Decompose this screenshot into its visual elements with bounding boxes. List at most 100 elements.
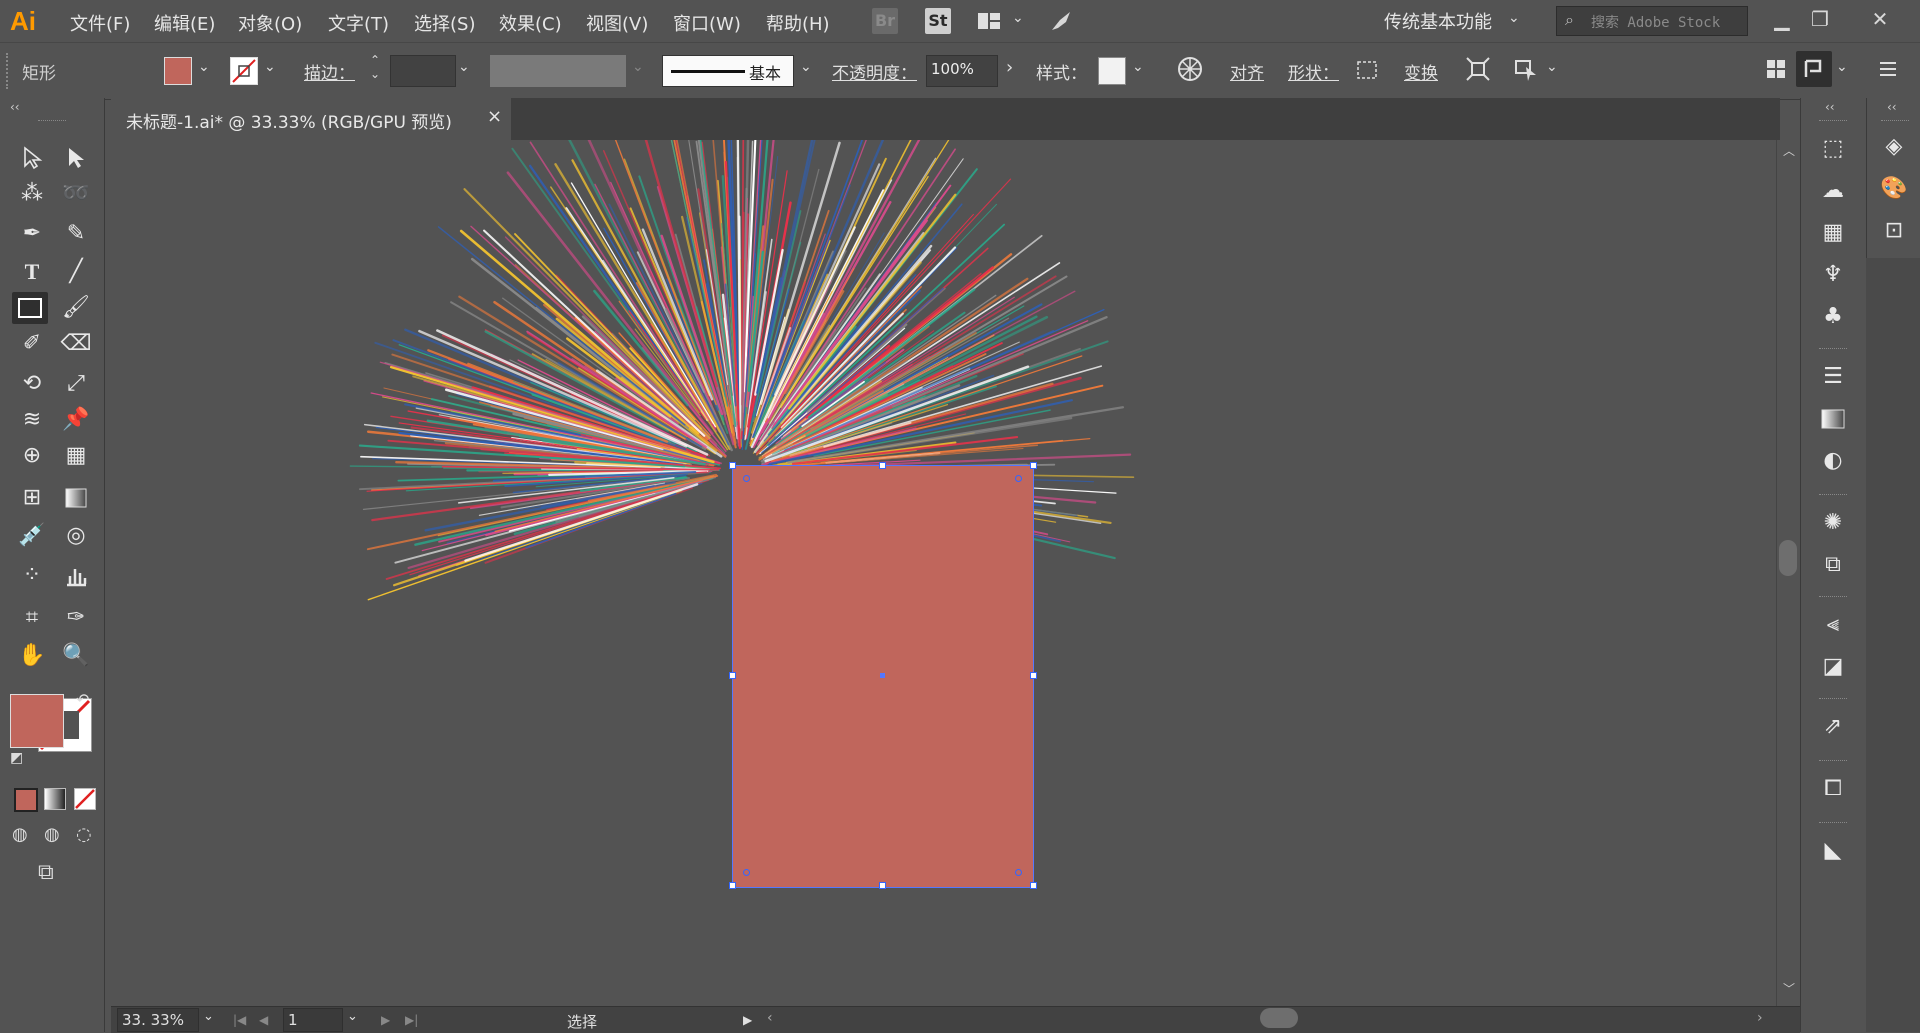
- appearance-panel-icon[interactable]: ✺: [1815, 506, 1851, 540]
- artboard-tool-icon[interactable]: ⌗: [14, 602, 50, 634]
- pen-tool-icon[interactable]: ✒: [14, 218, 50, 250]
- export-panel-icon[interactable]: ⇗: [1815, 710, 1851, 744]
- resize-handle-left[interactable]: [729, 672, 736, 679]
- arrange-documents-icon[interactable]: [976, 8, 1002, 34]
- rotate-tool-icon[interactable]: ⟲: [14, 368, 50, 400]
- stock-button[interactable]: St: [925, 8, 951, 34]
- shaper-tool-icon[interactable]: ✐: [14, 328, 50, 360]
- collapse-toolbox-icon[interactable]: ‹‹: [10, 100, 20, 114]
- next-artboard-icon[interactable]: ▶: [381, 1013, 390, 1027]
- swatches-panel-icon[interactable]: ▦: [1815, 216, 1851, 250]
- eyedropper-tool-icon[interactable]: 💉: [14, 520, 50, 552]
- perspective-grid-tool-icon[interactable]: ▦: [58, 440, 94, 472]
- default-fill-stroke-icon[interactable]: ◩: [10, 750, 23, 766]
- resize-handle-top-left[interactable]: [729, 462, 736, 469]
- selection-tool-icon[interactable]: [14, 142, 50, 174]
- swap-fill-stroke-icon[interactable]: ↶: [76, 690, 89, 709]
- opacity-panel-link[interactable]: 不透明度：: [832, 59, 917, 84]
- pathfinder-panel-icon[interactable]: ◪: [1815, 650, 1851, 684]
- shape-panel-link[interactable]: 形状：: [1288, 59, 1339, 84]
- corner-widget-top-right[interactable]: [1015, 475, 1022, 482]
- eraser-tool-icon[interactable]: ⌫: [58, 328, 94, 360]
- chevron-down-icon[interactable]: ⌄: [458, 59, 470, 75]
- draw-behind-icon[interactable]: ◍: [44, 824, 60, 845]
- horizontal-scroll-thumb[interactable]: [1260, 1008, 1298, 1028]
- chevron-down-icon[interactable]: ⌄: [1546, 59, 1558, 75]
- shape-builder-tool-icon[interactable]: ⊕: [14, 440, 50, 472]
- lasso-tool-icon[interactable]: ➿: [58, 178, 94, 210]
- menu-file[interactable]: 文件(F): [70, 10, 130, 36]
- column-graph-tool-icon[interactable]: [58, 560, 94, 592]
- resize-handle-right[interactable]: [1030, 672, 1037, 679]
- zoom-tool-icon[interactable]: 🔍: [58, 640, 94, 672]
- chevron-right-icon[interactable]: ›: [1006, 57, 1013, 78]
- none-mode-icon[interactable]: [74, 788, 96, 810]
- cc-libraries-icon[interactable]: ☁: [1815, 174, 1851, 208]
- menu-type[interactable]: 文字(T): [328, 10, 389, 36]
- transparency-panel-icon[interactable]: ◐: [1815, 444, 1851, 478]
- last-artboard-icon[interactable]: ▶|: [405, 1013, 418, 1027]
- stroke-swatch[interactable]: [230, 57, 258, 85]
- color-panel-icon[interactable]: 🎨: [1876, 172, 1912, 206]
- curvature-tool-icon[interactable]: ✎: [58, 218, 94, 250]
- gradient-panel-icon[interactable]: [1815, 402, 1851, 436]
- graphic-style-swatch[interactable]: [1098, 57, 1126, 85]
- graphic-styles-panel-icon[interactable]: ⧉: [1815, 548, 1851, 582]
- menu-effect[interactable]: 效果(C): [499, 10, 562, 36]
- chevron-down-icon[interactable]: ⌄: [203, 1009, 214, 1024]
- chevron-down-icon[interactable]: ⌄: [264, 59, 276, 75]
- type-tool-icon[interactable]: T: [14, 256, 50, 288]
- transform-panel-link[interactable]: 变换: [1404, 59, 1438, 84]
- direct-selection-tool-icon[interactable]: [58, 142, 94, 174]
- workspace-switcher[interactable]: 传统基本功能: [1384, 8, 1492, 34]
- resize-handle-bottom-right[interactable]: [1030, 882, 1037, 889]
- scroll-right-icon[interactable]: ›: [1757, 1010, 1763, 1026]
- gradient-mode-icon[interactable]: [44, 788, 66, 810]
- draw-normal-icon[interactable]: ◍: [12, 824, 28, 845]
- symbol-sprayer-tool-icon[interactable]: ⁘: [14, 560, 50, 592]
- puppet-warp-tool-icon[interactable]: 📌: [58, 404, 94, 436]
- hand-tool-icon[interactable]: ✋: [14, 640, 50, 672]
- close-tab-icon[interactable]: ×: [487, 106, 502, 127]
- selection-options-icon[interactable]: [1512, 55, 1540, 83]
- status-menu-icon[interactable]: ▶: [743, 1013, 752, 1027]
- fill-color-box[interactable]: [10, 694, 64, 748]
- zoom-level-field[interactable]: 33. 33%: [117, 1008, 199, 1032]
- chevron-down-icon[interactable]: ⌄: [1836, 59, 1848, 75]
- chevron-down-icon[interactable]: ⌄: [1508, 10, 1520, 26]
- recolor-artwork-icon[interactable]: [1176, 55, 1204, 83]
- menu-select[interactable]: 选择(S): [414, 10, 475, 36]
- mesh-tool-icon[interactable]: ⊞: [14, 482, 50, 514]
- menu-help[interactable]: 帮助(H): [766, 10, 830, 36]
- menu-object[interactable]: 对象(O): [238, 10, 302, 36]
- stroke-weight-stepper[interactable]: ⌃⌄: [370, 53, 380, 81]
- resize-handle-top[interactable]: [879, 462, 886, 469]
- minimize-icon[interactable]: ▁: [1762, 4, 1802, 34]
- bridge-button[interactable]: Br: [872, 8, 898, 34]
- menu-view[interactable]: 视图(V): [586, 10, 648, 36]
- paintbrush-tool-icon[interactable]: 🖌: [58, 292, 94, 324]
- draw-inside-icon[interactable]: ◌: [76, 824, 92, 845]
- resize-handle-bottom[interactable]: [879, 882, 886, 889]
- chevron-down-icon[interactable]: ⌄: [198, 59, 210, 75]
- chevron-down-icon[interactable]: ⌄: [800, 59, 812, 75]
- vertical-scroll-thumb[interactable]: [1779, 540, 1797, 576]
- gradient-tool-icon[interactable]: [58, 482, 94, 514]
- brush-definition-field[interactable]: 基本: [662, 55, 794, 87]
- isolate-object-icon[interactable]: [1464, 55, 1492, 83]
- symbols-panel-icon[interactable]: ♣: [1815, 300, 1851, 334]
- scale-tool-icon[interactable]: ⤢: [58, 368, 94, 400]
- scroll-up-icon[interactable]: ︿: [1783, 142, 1795, 159]
- resize-handle-top-right[interactable]: [1030, 462, 1037, 469]
- chevron-down-icon[interactable]: ⌄: [1132, 59, 1144, 75]
- menu-window[interactable]: 窗口(W): [673, 10, 741, 36]
- chevron-down-icon[interactable]: ⌄: [347, 1009, 358, 1024]
- brushes-panel-icon[interactable]: ♆: [1815, 258, 1851, 292]
- arrange-panels-icon[interactable]: [1764, 57, 1788, 81]
- document-tab[interactable]: 未标题-1.ai* @ 33.33% (RGB/GPU 预览) ×: [111, 98, 511, 140]
- corner-widget-bottom-left[interactable]: [743, 869, 750, 876]
- stroke-panel-link[interactable]: 描边：: [304, 59, 355, 84]
- shape-properties-icon[interactable]: [1354, 57, 1380, 83]
- resize-handle-bottom-left[interactable]: [729, 882, 736, 889]
- corner-shape-icon[interactable]: ◣: [1815, 834, 1851, 868]
